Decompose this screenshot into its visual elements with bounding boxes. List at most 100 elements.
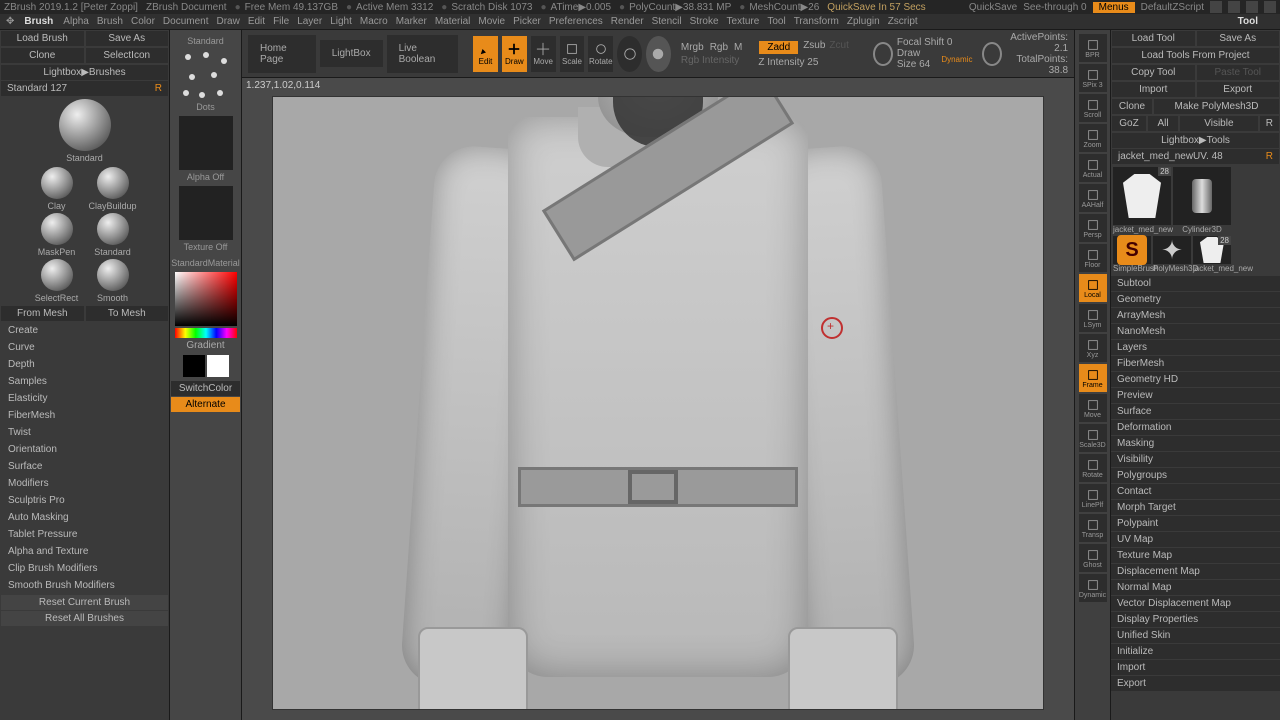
tool-section-visibility[interactable]: Visibility	[1111, 452, 1280, 467]
menu-macro[interactable]: Macro	[360, 16, 388, 27]
clone-tool-button[interactable]: Clone	[1112, 99, 1152, 114]
tool-section-surface[interactable]: Surface	[1111, 404, 1280, 419]
live-boolean-button[interactable]: Live Boolean	[387, 35, 459, 73]
tool-section-arraymesh[interactable]: ArrayMesh	[1111, 308, 1280, 323]
rgb-button[interactable]: Rgb	[710, 42, 728, 53]
material-thumb[interactable]: StandardMaterial	[176, 256, 236, 268]
brush-section-modifiers[interactable]: Modifiers	[0, 475, 169, 492]
color-picker[interactable]	[175, 272, 237, 326]
goz-button[interactable]: GoZ	[1112, 116, 1146, 131]
rail-zoom-button[interactable]: Zoom	[1079, 124, 1107, 152]
rail-local-button[interactable]: Local	[1079, 274, 1107, 302]
load-brush-button[interactable]: Load Brush	[1, 31, 84, 46]
alpha-thumb[interactable]: Alpha Off	[176, 116, 236, 182]
tool-thumb-cylinder[interactable]	[1173, 167, 1231, 225]
tool-section-vector-displacement-map[interactable]: Vector Displacement Map	[1111, 596, 1280, 611]
maximize-icon[interactable]	[1228, 1, 1240, 13]
seethrough-slider[interactable]: See-through 0	[1023, 2, 1086, 13]
brush-section-depth[interactable]: Depth	[0, 356, 169, 373]
zcut-button[interactable]: Zcut	[829, 40, 848, 55]
menu-stroke[interactable]: Stroke	[690, 16, 719, 27]
dots-thumb[interactable]: Dots	[176, 50, 236, 112]
menu-movie[interactable]: Movie	[478, 16, 505, 27]
tool-section-nanomesh[interactable]: NanoMesh	[1111, 324, 1280, 339]
tool-palette-title[interactable]: Tool	[1238, 16, 1274, 27]
menu-tool[interactable]: Tool	[767, 16, 785, 27]
reset-current-brush-button[interactable]: Reset Current Brush	[1, 595, 168, 610]
selecticon-button[interactable]: SelectIcon	[86, 48, 169, 63]
menu-render[interactable]: Render	[611, 16, 644, 27]
tool-thumb-simplebrush[interactable]: S	[1113, 236, 1151, 264]
sculptris-button[interactable]	[646, 36, 671, 72]
dynamic-toggle[interactable]: Dynamic	[941, 55, 972, 64]
tool-section-geometry[interactable]: Geometry	[1111, 292, 1280, 307]
load-tool-button[interactable]: Load Tool	[1112, 31, 1195, 46]
tool-section-masking[interactable]: Masking	[1111, 436, 1280, 451]
tool-section-subtool[interactable]: Subtool	[1111, 276, 1280, 291]
alternate-button[interactable]: Alternate	[171, 397, 240, 412]
rail-scroll-button[interactable]: Scroll	[1079, 94, 1107, 122]
quicksave-button[interactable]: QuickSave	[969, 2, 1017, 13]
menu-stencil[interactable]: Stencil	[652, 16, 682, 27]
swatch-black[interactable]	[183, 355, 205, 377]
canvas-area[interactable]: 1.237,1.02,0.114	[242, 78, 1074, 720]
mrgb-button[interactable]: Mrgb	[681, 42, 704, 53]
brush-section-smooth-brush-modifiers[interactable]: Smooth Brush Modifiers	[0, 577, 169, 594]
brush-section-elasticity[interactable]: Elasticity	[0, 390, 169, 407]
zadd-button[interactable]: Zadd	[759, 41, 798, 54]
reset-all-brushes-button[interactable]: Reset All Brushes	[1, 611, 168, 626]
tool-section-export[interactable]: Export	[1111, 676, 1280, 691]
rail-xyz-button[interactable]: Xyz	[1079, 334, 1107, 362]
rail-lineplf-button[interactable]: LinePlf	[1079, 484, 1107, 512]
brush-thumb-maskpen[interactable]: MaskPen	[30, 213, 84, 257]
brush-size-slider[interactable]: Standard 127 R	[1, 81, 168, 96]
menu-material[interactable]: Material	[435, 16, 471, 27]
tool-section-polypaint[interactable]: Polypaint	[1111, 516, 1280, 531]
tool-section-contact[interactable]: Contact	[1111, 484, 1280, 499]
make-polymesh-button[interactable]: Make PolyMesh3D	[1154, 99, 1279, 114]
m-button[interactable]: M	[734, 42, 742, 53]
texture-thumb[interactable]: Texture Off	[176, 186, 236, 252]
copy-tool-button[interactable]: Copy Tool	[1112, 65, 1195, 80]
goz-all-button[interactable]: All	[1148, 116, 1178, 131]
menu-light[interactable]: Light	[330, 16, 352, 27]
lightbox-brushes-button[interactable]: Lightbox▶Brushes	[1, 65, 168, 80]
brush-thumb-standard[interactable]: Standard	[86, 213, 140, 257]
load-tools-project-button[interactable]: Load Tools From Project	[1112, 48, 1279, 63]
saveas-brush-button[interactable]: Save As	[86, 31, 169, 46]
switchcolor-button[interactable]: SwitchColor	[171, 381, 240, 396]
swatch-white[interactable]	[207, 355, 229, 377]
from-mesh-button[interactable]: From Mesh	[1, 306, 84, 321]
rail-floor-button[interactable]: Floor	[1079, 244, 1107, 272]
tool-section-polygroups[interactable]: Polygroups	[1111, 468, 1280, 483]
menu-texture[interactable]: Texture	[727, 16, 760, 27]
draw-mode-button[interactable]: Draw	[502, 36, 527, 72]
rail-aahalf-button[interactable]: AAHalf	[1079, 184, 1107, 212]
rail-persp-button[interactable]: Persp	[1079, 214, 1107, 242]
move-mode-button[interactable]: Move	[531, 36, 556, 72]
minimize-icon[interactable]	[1210, 1, 1222, 13]
rail-ghost-button[interactable]: Ghost	[1079, 544, 1107, 572]
brush-section-curve[interactable]: Curve	[0, 339, 169, 356]
draw-size-slider[interactable]: Draw Size 64	[897, 48, 937, 70]
edit-mode-button[interactable]: Edit	[473, 36, 498, 72]
tool-thumb-jacket[interactable]: 28	[1113, 167, 1171, 225]
tool-section-deformation[interactable]: Deformation	[1111, 420, 1280, 435]
tool-section-texture-map[interactable]: Texture Map	[1111, 548, 1280, 563]
menu-zplugin[interactable]: Zplugin	[847, 16, 880, 27]
tool-section-import[interactable]: Import	[1111, 660, 1280, 675]
menu-marker[interactable]: Marker	[396, 16, 427, 27]
menu-edit[interactable]: Edit	[248, 16, 265, 27]
tool-section-initialize[interactable]: Initialize	[1111, 644, 1280, 659]
tool-section-preview[interactable]: Preview	[1111, 388, 1280, 403]
rail-move-button[interactable]: Move	[1079, 394, 1107, 422]
tool-thumb-jacket2[interactable]: 28	[1193, 236, 1231, 264]
brush-section-alpha-and-texture[interactable]: Alpha and Texture	[0, 543, 169, 560]
menu-preferences[interactable]: Preferences	[549, 16, 603, 27]
tool-section-fibermesh[interactable]: FiberMesh	[1111, 356, 1280, 371]
viewport[interactable]	[272, 96, 1044, 710]
brush-section-sculptris-pro[interactable]: Sculptris Pro	[0, 492, 169, 509]
tool-slider[interactable]: jacket_med_newUV. 48 R	[1112, 149, 1279, 164]
rail-bpr-button[interactable]: BPR	[1079, 34, 1107, 62]
close-icon[interactable]	[1264, 1, 1276, 13]
